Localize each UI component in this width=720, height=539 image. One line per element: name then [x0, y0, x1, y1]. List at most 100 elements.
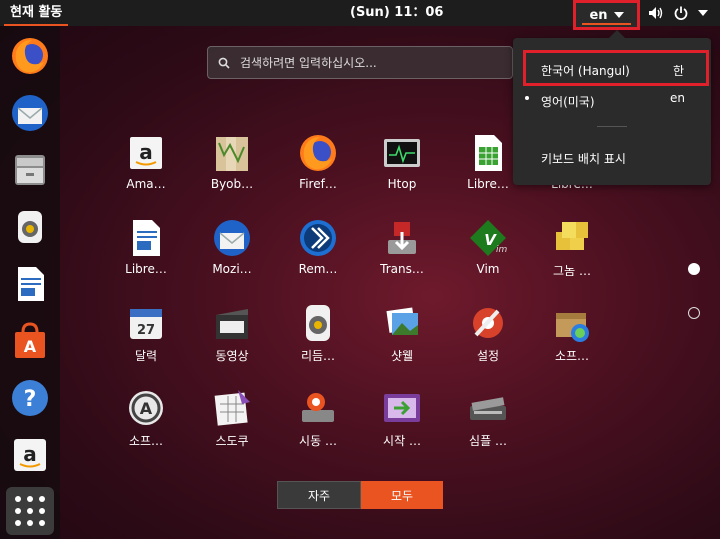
app-tile[interactable]: Firef…	[278, 131, 358, 191]
app-label: Rem…	[298, 262, 338, 276]
transmission-icon	[380, 216, 424, 260]
app-tile[interactable]: 시동 …	[278, 386, 358, 449]
page-indicator[interactable]	[688, 307, 700, 319]
app-tile[interactable]: 샷웰	[362, 301, 442, 364]
dock-thunderbird[interactable]	[7, 90, 53, 136]
app-label: 리듬…	[300, 349, 336, 363]
rhythmbox-icon	[18, 211, 42, 243]
app-tile[interactable]: 그놈 …	[532, 216, 612, 279]
thunderbird-icon	[12, 95, 48, 131]
firefox-icon	[12, 38, 48, 74]
search-icon	[218, 57, 230, 69]
app-label: 소프…	[128, 434, 164, 448]
vim-icon: Vim	[466, 216, 510, 260]
firefox-icon	[296, 131, 340, 175]
writer-icon	[124, 216, 168, 260]
menu-key-english: en	[670, 91, 685, 105]
sudoku-icon	[210, 386, 254, 430]
app-label: 심플 …	[469, 434, 507, 448]
app-label: Trans…	[380, 262, 424, 276]
app-tile[interactable]: Byob…	[192, 131, 272, 191]
app-label: Byob…	[210, 177, 254, 191]
activities-button[interactable]: 현재 활동	[4, 0, 69, 26]
writer-icon	[18, 267, 44, 301]
scanner-icon	[466, 386, 510, 430]
chevron-down-icon	[613, 12, 624, 18]
dock-rhythmbox[interactable]	[7, 204, 53, 250]
svg-text:a: a	[139, 140, 153, 164]
svg-text:a: a	[23, 442, 37, 466]
calc-icon	[466, 131, 510, 175]
app-label: 시작 …	[383, 434, 421, 448]
app-label: 소프…	[554, 349, 590, 363]
software-updater-icon: A	[124, 386, 168, 430]
app-label: 스도쿠	[215, 434, 249, 448]
dock-files[interactable]	[7, 147, 53, 193]
menu-open-indicator	[582, 23, 631, 25]
dock: A ? a	[0, 26, 60, 539]
menu-separator	[597, 126, 627, 127]
app-tile[interactable]: Htop	[362, 131, 442, 191]
show-applications-button[interactable]	[6, 487, 54, 535]
clock[interactable]: (Sun) 11：06	[350, 0, 443, 26]
system-tray[interactable]	[648, 0, 708, 26]
search-input[interactable]: 검색하려면 입력하십시오...	[207, 46, 513, 79]
files-icon	[15, 155, 45, 185]
mahjongg-icon	[550, 216, 594, 260]
input-language-label: en	[589, 7, 608, 23]
app-label: 샷웰	[390, 349, 414, 363]
menu-item-korean[interactable]: 한국어 (Hangul)	[541, 62, 630, 79]
app-tile[interactable]: 소프…	[532, 301, 612, 364]
tab-frequent[interactable]: 자주	[277, 481, 361, 509]
help-icon: ?	[12, 380, 48, 416]
app-tile[interactable]: Libre…	[106, 216, 186, 276]
app-label: Libre…	[125, 262, 167, 276]
app-tile[interactable]: 스도쿠	[192, 386, 272, 449]
settings-icon	[466, 301, 510, 345]
app-tile[interactable]: a Ama…	[106, 131, 186, 191]
app-tile[interactable]: Vim Vim	[448, 216, 528, 276]
input-source-menu: 한국어 (Hangul) 한 영어(미국) en 키보드 배치 표시	[513, 30, 711, 185]
app-tile[interactable]: 설정	[448, 301, 528, 364]
app-tile[interactable]: 시작 …	[362, 386, 442, 449]
app-tile[interactable]: Trans…	[362, 216, 442, 276]
app-label: 동영상	[215, 349, 249, 363]
amazon-icon: a	[124, 131, 168, 175]
app-tile[interactable]: 동영상	[192, 301, 272, 364]
view-switcher: 자주 모두	[277, 481, 443, 509]
app-tile[interactable]: 리듬…	[278, 301, 358, 364]
selected-bullet-icon	[525, 96, 529, 100]
app-tile[interactable]: Rem…	[278, 216, 358, 276]
app-tile[interactable]: Mozi…	[192, 216, 272, 276]
startup-disk-icon	[296, 386, 340, 430]
svg-text:A: A	[140, 399, 153, 418]
menu-item-show-keyboard-layout[interactable]: 키보드 배치 표시	[541, 150, 626, 167]
amazon-icon: a	[14, 439, 46, 471]
app-label: Vim	[476, 262, 500, 276]
shotwell-icon	[380, 301, 424, 345]
app-label: Mozi…	[212, 262, 252, 276]
app-tile[interactable]: A 소프…	[106, 386, 186, 449]
app-label: Htop	[387, 177, 417, 191]
software-properties-icon	[550, 301, 594, 345]
system-menu-chevron-icon	[698, 10, 708, 16]
calendar-icon: 27	[124, 301, 168, 345]
input-language-button[interactable]: en	[573, 0, 640, 30]
svg-text:A: A	[24, 337, 37, 356]
software-icon: A	[15, 322, 45, 358]
htop-icon	[380, 131, 424, 175]
tab-all[interactable]: 모두	[361, 481, 443, 509]
dock-amazon[interactable]: a	[7, 432, 53, 478]
svg-text:27: 27	[137, 323, 155, 338]
app-tile[interactable]: 27 달력	[106, 301, 186, 364]
app-label: 시동 …	[299, 434, 337, 448]
top-bar: 현재 활동 (Sun) 11：06 en	[0, 0, 720, 30]
dock-firefox[interactable]	[7, 33, 53, 79]
dock-software[interactable]: A	[7, 318, 53, 364]
app-tile[interactable]: 심플 …	[448, 386, 528, 449]
menu-item-english[interactable]: 영어(미국)	[541, 93, 595, 110]
dock-writer[interactable]	[7, 261, 53, 307]
page-indicator-active[interactable]	[688, 263, 700, 275]
thunderbird-icon	[210, 216, 254, 260]
dock-help[interactable]: ?	[7, 375, 53, 421]
